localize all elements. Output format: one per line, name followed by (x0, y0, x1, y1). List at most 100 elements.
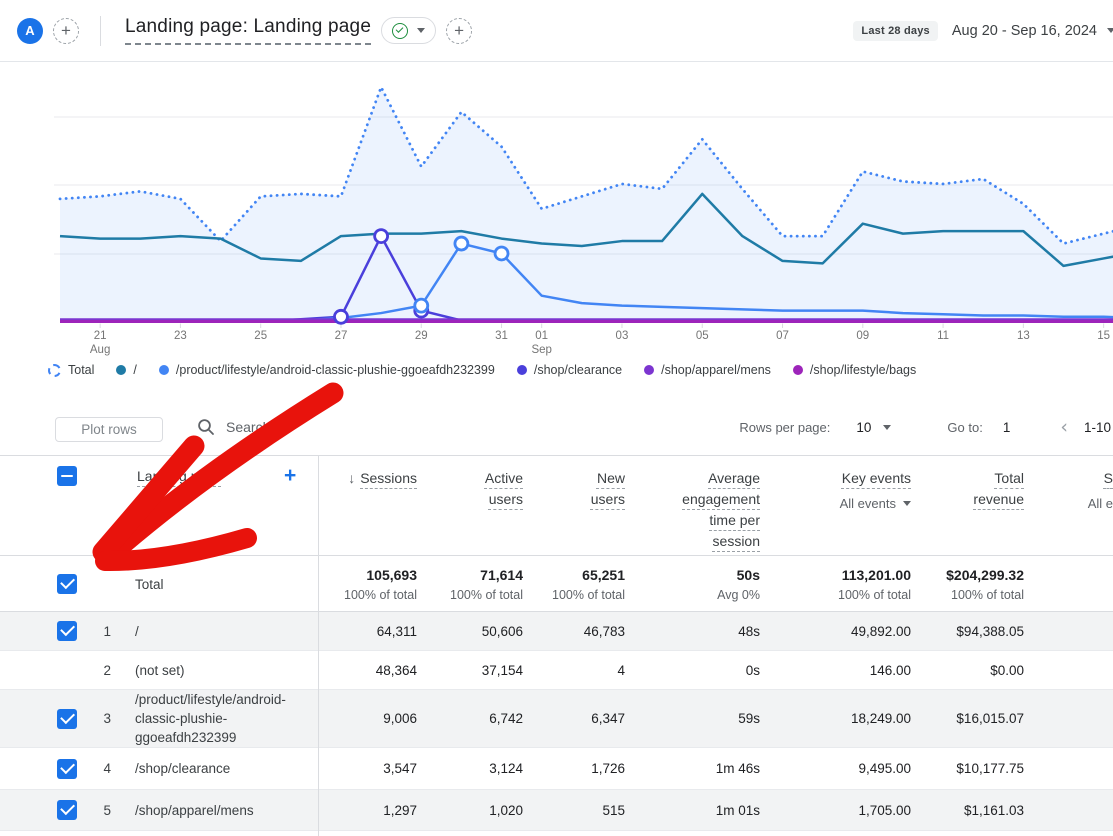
dashed-ring-icon (48, 364, 61, 377)
report-status-chip[interactable] (381, 17, 436, 44)
legend-item[interactable]: /shop/lifestyle/bags (793, 363, 916, 377)
row-checkbox[interactable] (57, 574, 77, 594)
metric-cell: 48,364 (318, 663, 417, 678)
series-dot-icon (793, 365, 803, 375)
metric-cell: 3,124 (417, 761, 523, 776)
metric-cell: $1,161.03 (911, 803, 1024, 818)
dimension-header[interactable]: Landing page (137, 468, 222, 484)
legend-label: /shop/apparel/mens (661, 363, 771, 377)
column-subfilter-label: All events (840, 496, 896, 511)
plot-rows-button[interactable]: Plot rows (55, 417, 163, 442)
row-checkbox[interactable] (57, 709, 77, 729)
metric-cell: 1,020 (417, 803, 523, 818)
data-point-marker[interactable] (375, 230, 388, 243)
total-row: Total105,693100% of total71,614100% of t… (0, 557, 1113, 612)
column-header[interactable]: Total revenue (911, 456, 1024, 555)
x-axis-tick-label: 29 (415, 330, 428, 342)
search-input[interactable]: Search... (197, 418, 282, 436)
x-axis-tick-label: 13 (1017, 330, 1030, 342)
x-axis-tick-label: 23 (174, 330, 187, 342)
landing-page-value: (not set) (135, 661, 307, 680)
table-row: 4/shop/clearance3,5473,1241,7261m 46s9,4… (0, 748, 1113, 790)
search-icon (197, 418, 215, 436)
metric-cell: 1m 46s (625, 761, 760, 776)
column-divider (318, 455, 319, 836)
data-point-marker[interactable] (455, 237, 468, 250)
metric-cell: 49,892.00 (760, 624, 911, 639)
metric-cell: 37,154 (417, 663, 523, 678)
column-header-label: New users (573, 468, 625, 510)
metric-cell: $94,388.05 (911, 624, 1024, 639)
legend-item[interactable]: Total (48, 363, 94, 377)
metric-cell: 515 (523, 803, 625, 818)
x-axis-tick-label: 09 (856, 330, 869, 342)
metric-cell: 1,297 (318, 803, 417, 818)
row-checkbox[interactable] (57, 621, 77, 641)
metric-cell: 46,783 (523, 624, 625, 639)
legend-label: / (133, 363, 136, 377)
column-subfilter[interactable]: All e (1024, 496, 1113, 511)
column-header-label: S (1104, 468, 1113, 489)
legend-item[interactable]: /shop/clearance (517, 363, 622, 377)
table-controls: Plot rows Search... Rows per page: 10 Go… (0, 405, 1113, 455)
table-row: 3/product/lifestyle/android-classic-plus… (0, 690, 1113, 748)
metric-cell: 1m 01s (625, 803, 760, 818)
add-comparison-button[interactable]: + (53, 18, 79, 44)
metric-cell: 113,201.00100% of total (760, 567, 911, 602)
column-header[interactable]: S All e (1024, 456, 1113, 555)
select-all-checkbox[interactable] (57, 466, 77, 486)
row-checkbox[interactable] (57, 800, 77, 820)
x-axis-tick-label: 01 (535, 330, 548, 342)
landing-page-value: / (135, 622, 307, 641)
sessions-trend-chart: 21Aug232527293101Sep03050709111315 (0, 62, 1113, 358)
chevron-down-icon[interactable] (1107, 28, 1113, 33)
date-range-selector[interactable]: Aug 20 - Sep 16, 2024 (952, 23, 1097, 39)
row-checkbox[interactable] (57, 759, 77, 779)
landing-page-value: /shop/apparel/mens (135, 801, 307, 820)
data-point-marker[interactable] (495, 247, 508, 260)
x-axis-tick-label: 11 (937, 330, 949, 342)
data-point-marker[interactable] (415, 299, 428, 312)
table-body: Total105,693100% of total71,614100% of t… (0, 557, 1113, 831)
metric-cell: 6,347 (523, 711, 625, 726)
legend-item[interactable]: / (116, 363, 136, 377)
column-header-label: Average engagement time per session (660, 468, 760, 552)
table-row: 5/shop/apparel/mens1,2971,0205151m 01s1,… (0, 790, 1113, 831)
legend-label: Total (68, 363, 94, 377)
check-circle-icon (392, 23, 408, 39)
previous-page-chevron-icon[interactable]: ‹ (1060, 418, 1068, 437)
report-title[interactable]: Landing page: Landing page (125, 16, 371, 45)
table-row: 1/64,31150,60646,78348s49,892.00$94,388.… (0, 612, 1113, 651)
data-point-marker[interactable] (334, 310, 347, 323)
column-header[interactable]: ↓Sessions (318, 456, 417, 555)
plus-icon: + (61, 22, 71, 39)
go-to-input[interactable]: 1 (1003, 420, 1011, 435)
x-axis-tick-label: 25 (254, 330, 267, 342)
metric-cell: 1,726 (523, 761, 625, 776)
chevron-down-icon (417, 28, 425, 33)
trend-chart-svg: 21Aug232527293101Sep03050709111315 (0, 62, 1113, 358)
x-axis-tick-label: 21 (94, 330, 107, 342)
avatar[interactable]: A (17, 18, 43, 44)
metric-cell: 18,249.00 (760, 711, 911, 726)
series-dot-icon (517, 365, 527, 375)
go-to-label: Go to: (947, 420, 982, 435)
legend-item[interactable]: /product/lifestyle/android-classic-plush… (159, 363, 495, 377)
legend-item[interactable]: /shop/apparel/mens (644, 363, 771, 377)
add-column-button[interactable]: + (284, 464, 296, 488)
x-axis-tick-label: 07 (776, 330, 789, 342)
chevron-down-icon[interactable] (883, 425, 891, 430)
x-axis-tick-label: 15 (1097, 330, 1110, 342)
metric-cell: 146.00 (760, 663, 911, 678)
rows-per-page-value[interactable]: 10 (856, 420, 871, 435)
chart-legend: Total / /product/lifestyle/android-classic… (48, 363, 916, 377)
column-header[interactable]: New users (523, 456, 625, 555)
row-number: 3 (77, 711, 111, 726)
landing-page-value: /shop/clearance (135, 759, 307, 778)
column-subfilter[interactable]: All events (760, 496, 911, 511)
table-row: 2(not set)48,36437,15440s146.00$0.00 (0, 651, 1113, 690)
add-report-button[interactable]: + (446, 18, 472, 44)
column-header[interactable]: Active users (417, 456, 523, 555)
column-header[interactable]: Average engagement time per session (625, 456, 760, 555)
column-header[interactable]: Key eventsAll events (760, 456, 911, 555)
